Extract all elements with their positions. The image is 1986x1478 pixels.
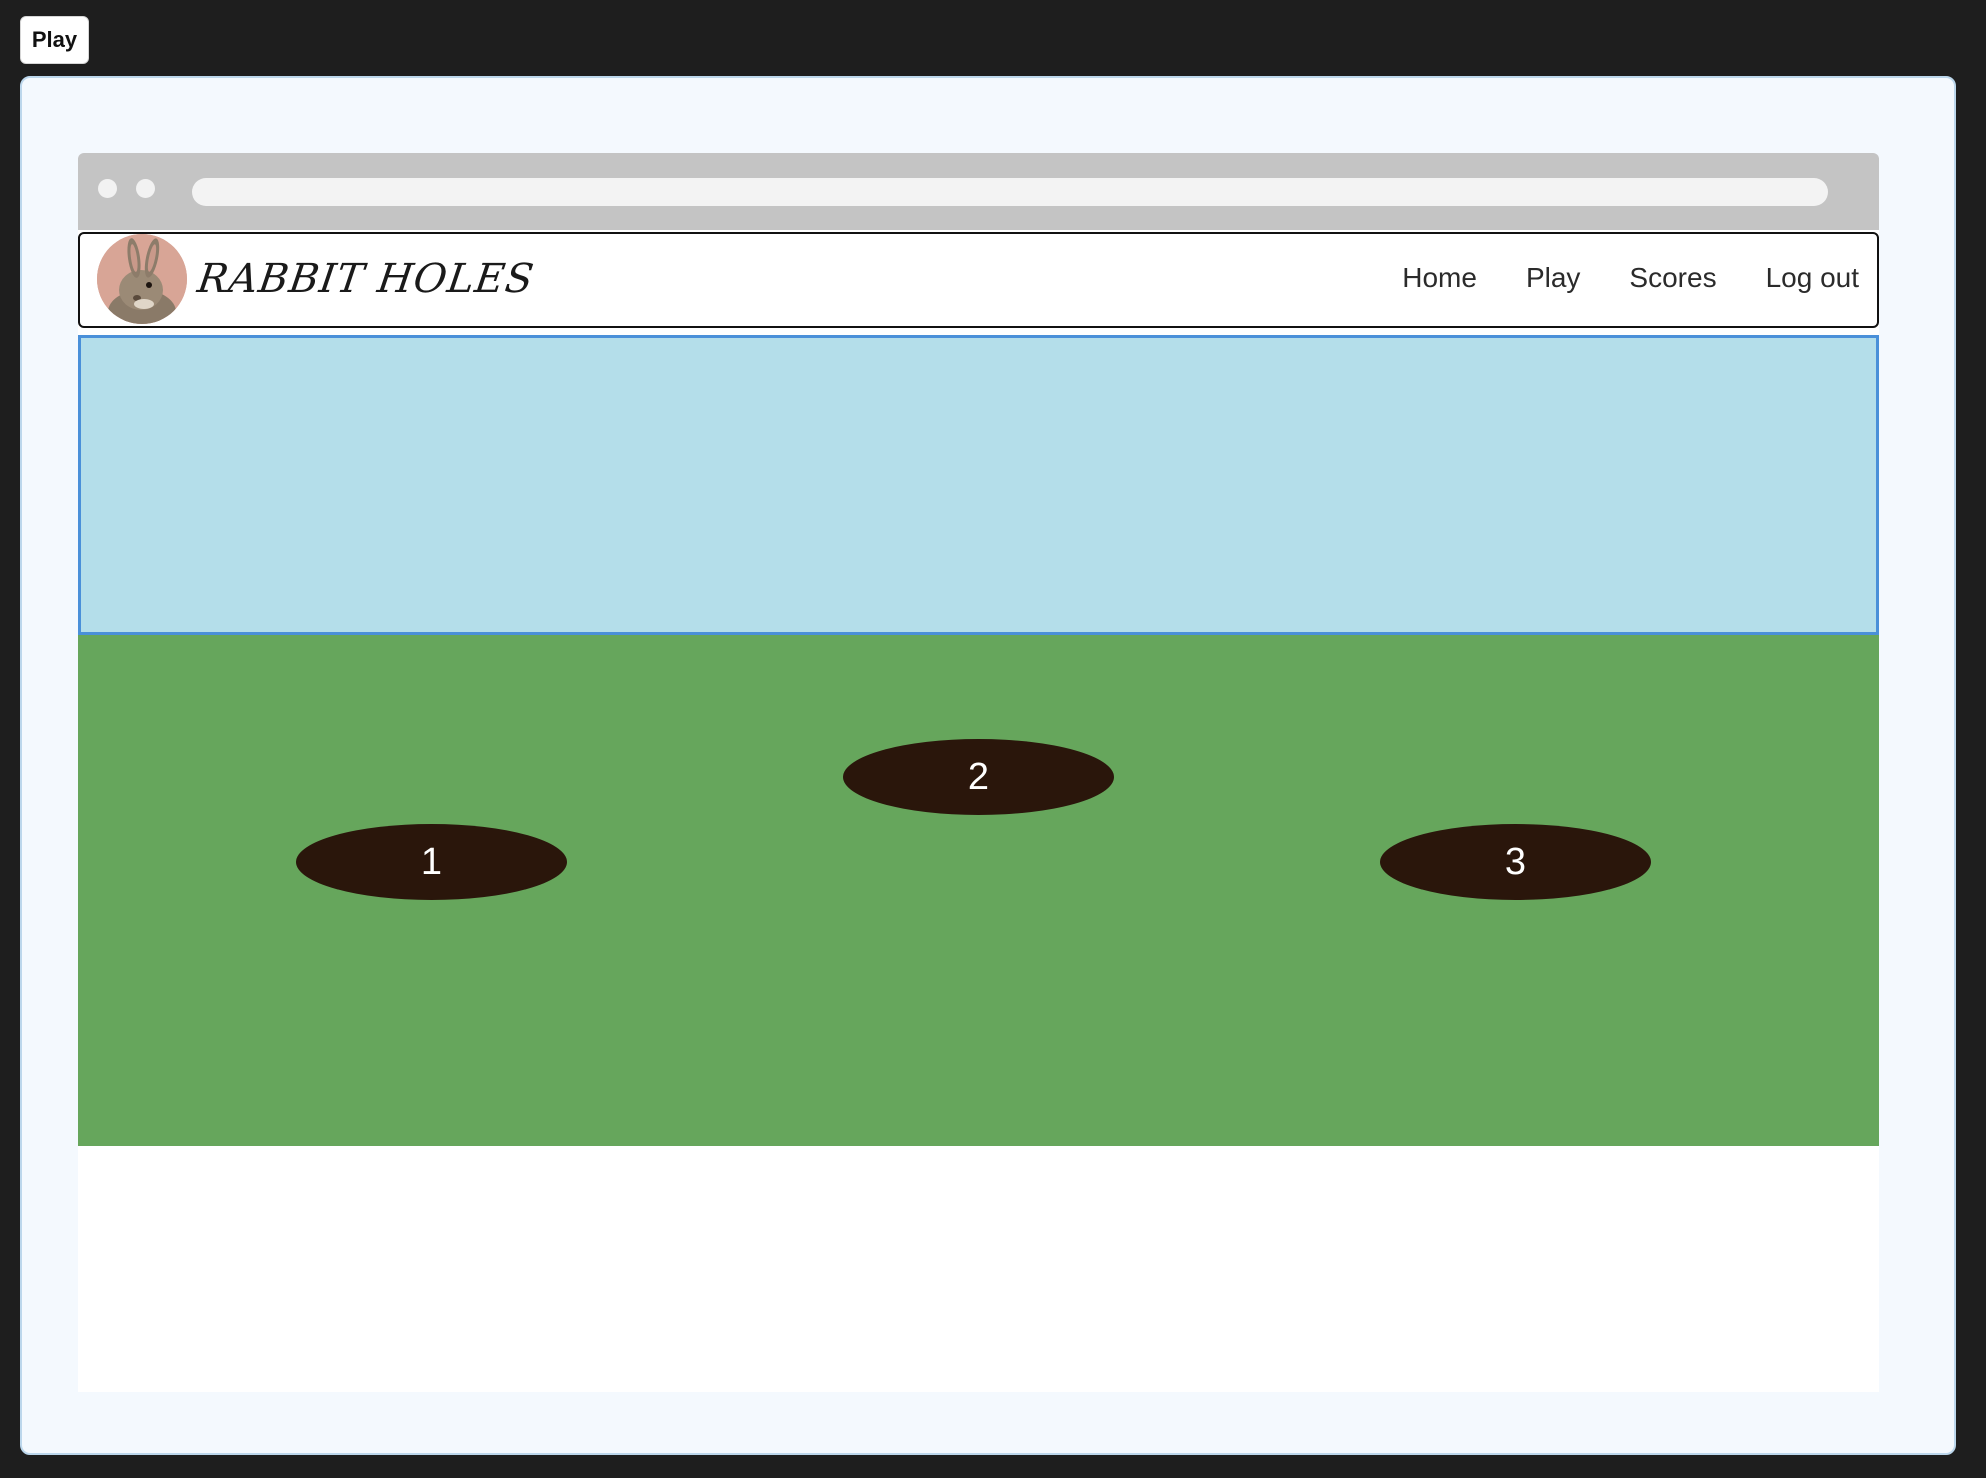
nav-scores-link[interactable]: Scores: [1629, 262, 1716, 294]
nav-logout-link[interactable]: Log out: [1766, 262, 1859, 294]
browser-chrome: [78, 153, 1879, 230]
brand-title: RABBIT HOLES: [194, 256, 538, 302]
grass-field: 1 2 3: [78, 635, 1879, 1146]
nav-home-link[interactable]: Home: [1402, 262, 1477, 294]
sky-area: [78, 335, 1879, 635]
play-tab-button[interactable]: Play: [20, 16, 89, 64]
nav-play-link[interactable]: Play: [1526, 262, 1580, 294]
window-dot-icon: [136, 179, 155, 198]
rabbit-hole-1[interactable]: 1: [296, 824, 567, 900]
page-viewport: RABBIT HOLES Home Play Scores Log out 1 …: [78, 230, 1879, 1392]
nav-links: Home Play Scores Log out: [1353, 262, 1859, 294]
rabbit-hole-2[interactable]: 2: [843, 739, 1114, 815]
window-dot-icon: [98, 179, 117, 198]
rabbit-hole-3[interactable]: 3: [1380, 824, 1651, 900]
address-bar[interactable]: [192, 178, 1828, 206]
navbar: RABBIT HOLES Home Play Scores Log out: [78, 232, 1879, 328]
rabbit-avatar-icon: [97, 234, 187, 324]
